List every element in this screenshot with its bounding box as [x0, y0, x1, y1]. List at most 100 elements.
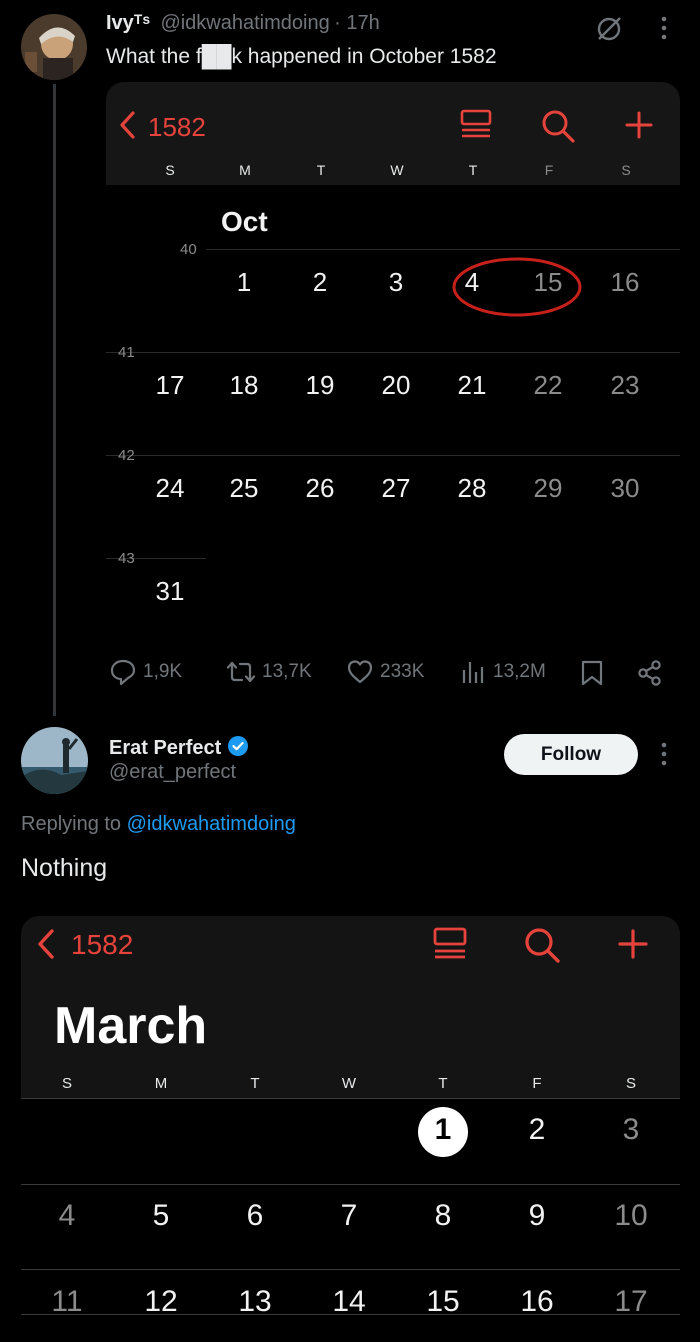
- day-cell: 22: [533, 370, 563, 400]
- day-cell: 10: [614, 1199, 648, 1232]
- display-name[interactable]: Ivyᵀˢ: [106, 12, 150, 34]
- weekday-label: S: [61, 1075, 72, 1092]
- back-year-label: 1582: [71, 929, 134, 960]
- day-cell: 9: [528, 1199, 546, 1232]
- weekday-label: S: [621, 162, 631, 178]
- replying-to: Replying to @idkwahatimdoing: [21, 813, 296, 836]
- day-cell: 27: [381, 473, 411, 503]
- back-chevron-icon: [35, 928, 57, 965]
- display-name[interactable]: Erat Perfect: [109, 737, 221, 760]
- week-number: 41: [118, 344, 135, 361]
- day-cell: 23: [610, 370, 640, 400]
- red-circle-annotation: [450, 254, 584, 325]
- list-view-icon: [458, 108, 494, 147]
- add-icon: [617, 928, 649, 965]
- search-icon: [523, 926, 561, 969]
- weekday-label: T: [438, 1075, 448, 1092]
- reply-text: Nothing: [21, 854, 108, 882]
- day-cell: 17: [155, 370, 185, 400]
- day-cell: 3: [388, 267, 404, 297]
- day-cell: 6: [246, 1199, 264, 1232]
- weekday-label: M: [239, 162, 251, 178]
- verified-badge-icon: [227, 735, 249, 762]
- day-cell: 26: [305, 473, 335, 503]
- week-number: 42: [118, 447, 135, 464]
- more-options-icon[interactable]: [656, 740, 672, 773]
- weekday-label: T: [316, 162, 326, 178]
- like-count: 233K: [380, 661, 425, 682]
- day-cell: 31: [155, 576, 185, 606]
- week-divider: [106, 352, 680, 353]
- avatar[interactable]: [21, 14, 87, 80]
- add-icon: [624, 110, 654, 145]
- more-options-icon[interactable]: [656, 14, 672, 47]
- day-cell: 2: [528, 1113, 546, 1146]
- week-divider: [21, 1314, 680, 1315]
- day-cell: 7: [340, 1199, 358, 1232]
- views-count: 13,2M: [493, 661, 546, 682]
- day-cell: 29: [533, 473, 563, 503]
- day-cell-today: 1: [434, 1113, 452, 1146]
- views-button[interactable]: 13,2M: [461, 658, 546, 686]
- back-chevron-icon: [118, 110, 138, 145]
- week-divider: [21, 1269, 680, 1270]
- replying-prefix: Replying to: [21, 813, 122, 835]
- day-cell: 4: [58, 1199, 76, 1232]
- week-number: 43: [118, 550, 135, 567]
- day-cell: 20: [381, 370, 411, 400]
- day-cell: 16: [610, 267, 640, 297]
- day-cell: 1: [236, 267, 252, 297]
- avatar[interactable]: [21, 727, 88, 794]
- day-cell: 24: [155, 473, 185, 503]
- retweet-button[interactable]: 13,7K: [226, 658, 312, 686]
- replying-handle-link[interactable]: @idkwahatimdoing: [127, 813, 296, 835]
- month-title: March: [54, 997, 208, 1055]
- calendar-march-image[interactable]: 1582 March S M T W T F S 1 2 3 4 5 6 7 8…: [21, 916, 680, 1342]
- views-icon: [462, 662, 484, 683]
- weekday-label: W: [390, 162, 404, 178]
- weekday-label: M: [154, 1075, 168, 1092]
- day-cell: 3: [622, 1113, 640, 1146]
- weekday-label: T: [250, 1075, 260, 1092]
- timestamp[interactable]: · 17h: [334, 12, 380, 34]
- search-icon: [540, 108, 576, 149]
- week-divider: [206, 249, 680, 250]
- calendar-october-image[interactable]: 1582 S M T W T F S Oct 40 1 2 3 4 15 16 …: [106, 82, 680, 630]
- heart-icon: [347, 660, 373, 684]
- day-cell: 25: [229, 473, 259, 503]
- tweet-header: Ivyᵀˢ @idkwahatimdoing · 17h: [106, 12, 380, 35]
- reply-icon: [110, 659, 136, 686]
- reply-button[interactable]: 1,9K: [109, 658, 182, 686]
- retweet-icon: [226, 661, 256, 683]
- day-cell: 8: [434, 1199, 452, 1232]
- weekday-label: S: [165, 162, 175, 178]
- weekday-label: S: [625, 1075, 636, 1092]
- handle[interactable]: @idkwahatimdoing: [160, 12, 329, 34]
- week-divider: [106, 455, 680, 456]
- weekday-label: W: [341, 1075, 357, 1092]
- like-button[interactable]: 233K: [346, 658, 424, 686]
- back-year-label: 1582: [148, 112, 206, 142]
- day-cell: 2: [312, 267, 328, 297]
- share-icon[interactable]: [636, 659, 664, 692]
- week-divider: [21, 1098, 680, 1099]
- week-divider: [21, 1184, 680, 1185]
- day-cell: 19: [305, 370, 335, 400]
- day-cell: 21: [457, 370, 487, 400]
- handle[interactable]: @erat_perfect: [109, 761, 236, 784]
- reply-author: Erat Perfect: [109, 735, 249, 762]
- bookmark-icon[interactable]: [580, 659, 604, 692]
- follow-button[interactable]: Follow: [504, 734, 638, 775]
- day-cell: 28: [457, 473, 487, 503]
- weekday-label: T: [468, 162, 478, 178]
- reply-count: 1,9K: [143, 661, 183, 682]
- list-view-icon: [431, 926, 469, 969]
- grok-icon[interactable]: [594, 14, 624, 49]
- month-label: Oct: [221, 206, 268, 237]
- weekday-label: F: [544, 162, 554, 178]
- thread-line: [53, 84, 56, 716]
- retweet-count: 13,7K: [262, 661, 312, 682]
- day-cell: 18: [229, 370, 259, 400]
- day-cell: 30: [610, 473, 640, 503]
- weekday-label: F: [532, 1075, 542, 1092]
